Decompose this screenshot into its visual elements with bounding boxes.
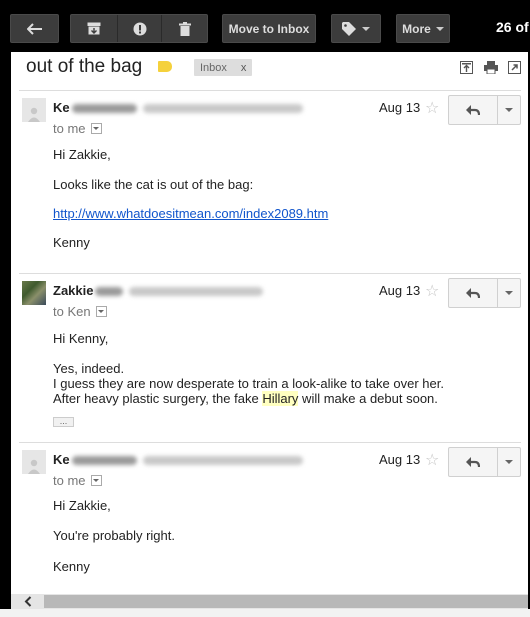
- reply-button-group: [448, 447, 521, 477]
- show-details-button[interactable]: [90, 475, 102, 486]
- message-2: Zakkie Aug 13 ☆ to Ken Hi Kenny, Yes, in…: [19, 273, 521, 443]
- scrollbar-thumb[interactable]: [44, 595, 528, 608]
- redacted-email: [129, 287, 264, 297]
- reply-icon: [466, 104, 480, 115]
- label-tag-icon: [342, 21, 356, 36]
- horizontal-scrollbar[interactable]: [11, 594, 528, 609]
- body-line: Kenny: [53, 559, 90, 574]
- body-line: Hi Kenny,: [53, 331, 109, 346]
- new-window-button[interactable]: [507, 60, 522, 75]
- subject-bar: out of the bag Inbox x: [11, 52, 528, 90]
- message-1: Ke Aug 13 ☆ to me Hi Zakkie, Looks like …: [19, 90, 521, 274]
- star-icon[interactable]: ☆: [425, 281, 439, 301]
- avatar: [22, 281, 46, 305]
- print-all-button[interactable]: [483, 60, 498, 75]
- archive-button[interactable]: [71, 15, 118, 42]
- chevron-down-icon: [93, 479, 100, 482]
- sender-name[interactable]: Ke: [53, 100, 303, 115]
- bottom-strip: [0, 609, 530, 617]
- body-line: Hi Zakkie,: [53, 498, 111, 513]
- redacted-name: [71, 104, 137, 114]
- body-line: I guess they are now desperate to train …: [53, 376, 444, 391]
- remove-label-button[interactable]: x: [241, 62, 247, 74]
- more-reply-options-button[interactable]: [498, 96, 520, 124]
- chevron-down-icon: [98, 310, 105, 313]
- sender-name[interactable]: Ke: [53, 452, 303, 467]
- back-button[interactable]: [10, 14, 59, 43]
- recipient-line: to me: [53, 121, 102, 136]
- chevron-down-icon: [505, 291, 513, 295]
- inbox-chip-label: Inbox: [200, 61, 227, 74]
- move-to-inbox-button[interactable]: Move to Inbox: [222, 14, 316, 43]
- body-line: You're probably right.: [53, 528, 175, 543]
- archive-icon: [87, 22, 101, 35]
- body-line: Hi Zakkie,: [53, 147, 111, 162]
- person-icon: [28, 107, 40, 122]
- report-spam-button[interactable]: [118, 15, 162, 42]
- toolbar: Move to Inbox More 26 of 2: [0, 0, 530, 52]
- chevron-down-icon: [505, 460, 513, 464]
- redacted-email: [142, 456, 303, 466]
- message-date: Aug 13: [379, 452, 421, 467]
- body-link[interactable]: http://www.whatdoesitmean.com/index2089.…: [53, 206, 328, 221]
- show-details-button[interactable]: [90, 123, 102, 134]
- expand-icon: [460, 61, 473, 74]
- inbox-label-chip: Inbox x: [194, 59, 253, 76]
- labels-button[interactable]: [331, 14, 381, 43]
- chevron-down-icon: [435, 26, 444, 31]
- message-date: Aug 13: [379, 283, 421, 298]
- message-date: Aug 13: [379, 100, 421, 115]
- new-window-icon: [508, 61, 521, 74]
- back-arrow-icon: [26, 22, 42, 35]
- sender-name[interactable]: Zakkie: [53, 283, 264, 298]
- pager-count: 26 of 2: [496, 19, 530, 35]
- body-link-wrap: http://www.whatdoesitmean.com/index2089.…: [53, 206, 328, 221]
- person-icon: [28, 459, 40, 474]
- reply-button[interactable]: [449, 448, 498, 476]
- avatar: [22, 450, 46, 474]
- reply-icon: [466, 287, 480, 298]
- redacted-email: [142, 104, 303, 114]
- scroll-left-button[interactable]: [24, 594, 32, 609]
- show-details-button[interactable]: [95, 306, 107, 317]
- reply-button[interactable]: [449, 96, 498, 124]
- expand-all-button[interactable]: [459, 60, 474, 75]
- more-label: More: [402, 21, 431, 36]
- print-icon: [483, 61, 498, 74]
- subject-actions: [459, 60, 522, 75]
- redacted-name: [95, 287, 124, 297]
- important-marker-icon[interactable]: [158, 61, 172, 72]
- more-reply-options-button[interactable]: [498, 448, 520, 476]
- trash-icon: [178, 21, 191, 36]
- reply-button-group: [448, 278, 521, 308]
- subject-title: out of the bag: [26, 56, 143, 77]
- star-icon[interactable]: ☆: [425, 450, 439, 470]
- more-reply-options-button[interactable]: [498, 279, 520, 307]
- chevron-down-icon: [362, 26, 370, 31]
- body-line: Yes, indeed.: [53, 361, 125, 376]
- recipient-line: to me: [53, 473, 102, 488]
- redacted-name: [71, 456, 137, 466]
- chevron-down-icon: [93, 127, 100, 130]
- action-button-group: [70, 14, 208, 43]
- avatar: [22, 98, 46, 122]
- body-line: Looks like the cat is out of the bag:: [53, 177, 254, 192]
- reply-button-group: [448, 95, 521, 125]
- reply-button[interactable]: [449, 279, 498, 307]
- delete-button[interactable]: [162, 15, 207, 42]
- left-rail: [0, 0, 11, 617]
- highlighted-term: Hillary: [262, 391, 299, 406]
- more-button[interactable]: More: [396, 14, 450, 43]
- star-icon[interactable]: ☆: [425, 98, 439, 118]
- body-line-with-highlight: After heavy plastic surgery, the fake Hi…: [53, 391, 438, 406]
- recipient-line: to Ken: [53, 304, 107, 319]
- chevron-left-icon: [24, 596, 32, 607]
- reply-icon: [466, 456, 480, 467]
- chevron-down-icon: [505, 108, 513, 112]
- show-trimmed-content-button[interactable]: ...: [53, 417, 74, 427]
- message-3: Ke Aug 13 ☆ to me Hi Zakkie, You're prob…: [19, 442, 521, 592]
- report-spam-icon: [133, 22, 146, 35]
- body-line: Kenny: [53, 235, 90, 250]
